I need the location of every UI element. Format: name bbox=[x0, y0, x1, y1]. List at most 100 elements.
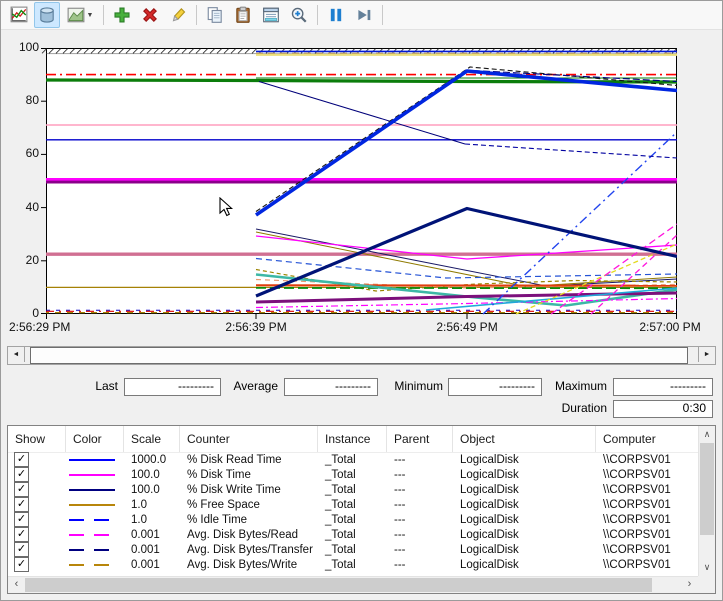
column-header-counter[interactable]: Counter bbox=[180, 426, 318, 452]
properties-button[interactable] bbox=[258, 2, 284, 28]
scroll-left-button[interactable]: ‹ bbox=[8, 577, 25, 593]
highlight-button[interactable] bbox=[165, 2, 191, 28]
scale-cell: 1.0 bbox=[124, 514, 180, 526]
color-cell bbox=[66, 474, 124, 476]
performance-graph bbox=[38, 46, 677, 320]
counter-color-swatch bbox=[69, 504, 115, 506]
scroll-down-button[interactable]: ∨ bbox=[699, 559, 715, 576]
maximum-value: --------- bbox=[613, 378, 713, 396]
color-cell bbox=[66, 534, 124, 536]
parent-cell: --- bbox=[387, 499, 453, 511]
show-checkbox[interactable]: ✓ bbox=[14, 467, 29, 482]
freeze-display-button[interactable] bbox=[323, 2, 349, 28]
column-header-computer[interactable]: Computer bbox=[596, 426, 698, 452]
counter-color-swatch bbox=[69, 519, 115, 521]
column-header-parent[interactable]: Parent bbox=[387, 426, 453, 452]
scroll-right-button[interactable]: › bbox=[681, 577, 698, 593]
object-cell: LogicalDisk bbox=[453, 499, 596, 511]
average-label: Average bbox=[223, 378, 278, 394]
scroll-up-button[interactable]: ∧ bbox=[699, 426, 715, 443]
legend-header-row: Show Color Scale Counter Instance Parent… bbox=[8, 426, 698, 453]
legend-row[interactable]: ✓ 1000.0 % Disk Read Time _Total --- Log… bbox=[8, 452, 698, 467]
legend-row[interactable]: ✓ 0.001 Avg. Disk Bytes/Transfer _Total … bbox=[8, 542, 698, 557]
parent-cell: --- bbox=[387, 559, 453, 571]
average-value: --------- bbox=[284, 378, 378, 396]
computer-cell: \\CORPSV01 bbox=[596, 484, 698, 496]
checkmark-icon: ✓ bbox=[17, 528, 26, 540]
scroll-left-button[interactable]: ◄ bbox=[8, 347, 25, 362]
view-current-activity-button[interactable] bbox=[6, 2, 32, 28]
parent-cell: --- bbox=[387, 544, 453, 556]
counter-cell: % Disk Time bbox=[180, 469, 318, 481]
color-cell bbox=[66, 489, 124, 491]
legend-horizontal-scrollbar[interactable]: ‹ › bbox=[8, 576, 698, 593]
toolbar-separator bbox=[382, 5, 383, 25]
checkmark-icon: ✓ bbox=[17, 558, 26, 570]
legend-row[interactable]: ✓ 0.001 Avg. Disk Bytes/Write _Total ---… bbox=[8, 557, 698, 572]
scrollbar-thumb[interactable] bbox=[25, 578, 652, 592]
zoom-button[interactable] bbox=[286, 2, 312, 28]
scrollbar-thumb[interactable] bbox=[700, 443, 714, 535]
line-chart-icon bbox=[10, 6, 28, 24]
instance-cell: _Total bbox=[318, 454, 387, 466]
y-axis-label: 100 bbox=[5, 40, 39, 54]
graph-time-scrollbar[interactable]: ◄ ► bbox=[7, 346, 716, 365]
paste-counter-list-button[interactable] bbox=[230, 2, 256, 28]
legend-vertical-scrollbar[interactable]: ∧ ∨ bbox=[698, 426, 715, 576]
column-header-scale[interactable]: Scale bbox=[124, 426, 180, 452]
view-log-data-button[interactable] bbox=[34, 2, 60, 28]
instance-cell: _Total bbox=[318, 514, 387, 526]
y-axis-label: 80 bbox=[5, 93, 39, 107]
copy-properties-button[interactable] bbox=[202, 2, 228, 28]
y-axis-label: 0 bbox=[5, 306, 39, 320]
x-axis-label: 2:56:49 PM bbox=[436, 320, 497, 334]
counter-color-swatch bbox=[69, 534, 115, 536]
step-forward-icon bbox=[355, 6, 373, 24]
counter-cell: Avg. Disk Bytes/Read bbox=[180, 529, 318, 541]
column-header-object[interactable]: Object bbox=[453, 426, 596, 452]
show-checkbox[interactable]: ✓ bbox=[14, 482, 29, 497]
toolbar-separator bbox=[196, 5, 197, 25]
computer-cell: \\CORPSV01 bbox=[596, 469, 698, 481]
last-label: Last bbox=[61, 378, 118, 394]
legend-row[interactable]: ✓ 100.0 % Disk Write Time _Total --- Log… bbox=[8, 482, 698, 497]
y-axis-label: 60 bbox=[5, 146, 39, 160]
object-cell: LogicalDisk bbox=[453, 484, 596, 496]
legend-row[interactable]: ✓ 100.0 % Disk Time _Total --- LogicalDi… bbox=[8, 467, 698, 482]
scrollbar-thumb[interactable] bbox=[30, 347, 688, 364]
copy-icon bbox=[206, 6, 224, 24]
add-counter-button[interactable] bbox=[109, 2, 135, 28]
show-checkbox[interactable]: ✓ bbox=[14, 452, 29, 467]
delete-counter-button[interactable] bbox=[137, 2, 163, 28]
checkmark-icon: ✓ bbox=[17, 483, 26, 495]
checkmark-icon: ✓ bbox=[17, 513, 26, 525]
scroll-right-button[interactable]: ► bbox=[698, 347, 715, 362]
column-header-show[interactable]: Show bbox=[8, 426, 66, 452]
counter-cell: % Disk Write Time bbox=[180, 484, 318, 496]
checkmark-icon: ✓ bbox=[17, 453, 26, 465]
highlighter-pen-icon bbox=[169, 6, 187, 24]
object-cell: LogicalDisk bbox=[453, 469, 596, 481]
checkmark-icon: ✓ bbox=[17, 498, 26, 510]
show-checkbox[interactable]: ✓ bbox=[14, 512, 29, 527]
instance-cell: _Total bbox=[318, 529, 387, 541]
column-header-instance[interactable]: Instance bbox=[318, 426, 387, 452]
legend-row[interactable]: ✓ 0.001 Avg. Disk Bytes/Read _Total --- … bbox=[8, 527, 698, 542]
computer-cell: \\CORPSV01 bbox=[596, 544, 698, 556]
toolbar: ▼ bbox=[1, 1, 722, 30]
show-checkbox[interactable]: ✓ bbox=[14, 527, 29, 542]
show-checkbox[interactable]: ✓ bbox=[14, 557, 29, 572]
scale-cell: 1000.0 bbox=[124, 454, 180, 466]
legend-row[interactable]: ✓ 1.0 % Idle Time _Total --- LogicalDisk… bbox=[8, 512, 698, 527]
duration-value: 0:30 bbox=[613, 400, 713, 418]
properties-icon bbox=[262, 6, 280, 24]
show-checkbox[interactable]: ✓ bbox=[14, 542, 29, 557]
toolbar-separator bbox=[103, 5, 104, 25]
legend-row[interactable]: ✓ 1.0 % Free Space _Total --- LogicalDis… bbox=[8, 497, 698, 512]
column-header-color[interactable]: Color bbox=[66, 426, 124, 452]
x-axis-label: 2:57:00 PM bbox=[639, 320, 700, 334]
show-checkbox[interactable]: ✓ bbox=[14, 497, 29, 512]
change-graph-type-button[interactable]: ▼ bbox=[62, 2, 98, 28]
update-data-button[interactable] bbox=[351, 2, 377, 28]
duration-label: Duration bbox=[546, 400, 607, 416]
